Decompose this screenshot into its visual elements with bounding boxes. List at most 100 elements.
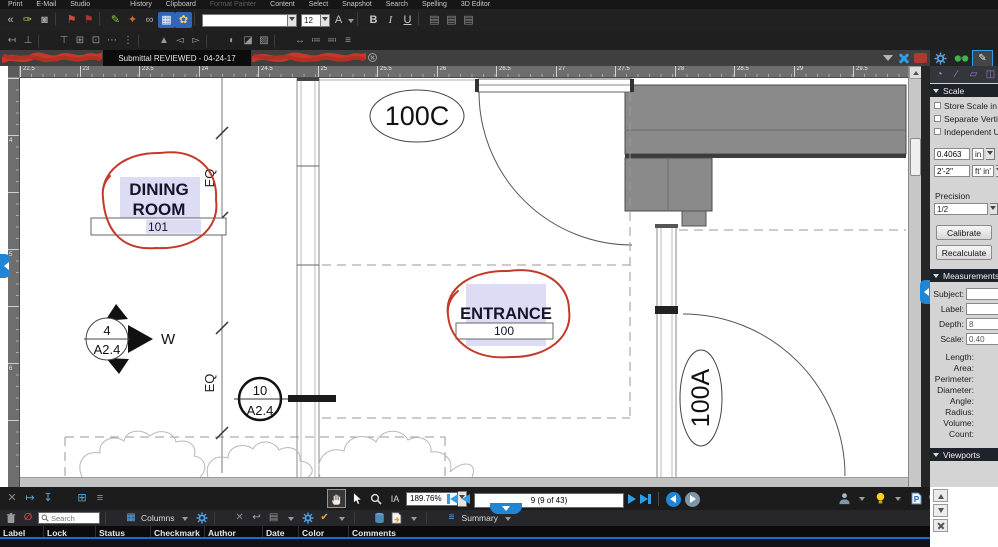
zoom-tool-button[interactable]	[368, 491, 384, 507]
clear-filter-button[interactable]: ∅	[21, 512, 35, 525]
column-header[interactable]: Author	[204, 526, 262, 537]
summary-list-icon[interactable]: ≡	[445, 512, 459, 525]
bottom-panel-expand-handle[interactable]	[490, 503, 522, 514]
flag-b-icon[interactable]: ⚑	[80, 12, 97, 28]
column-header[interactable]: Date	[262, 526, 298, 537]
markups-search[interactable]	[38, 512, 100, 524]
flower-image-icon[interactable]: ✿	[175, 12, 192, 28]
checkmark-status-button[interactable]: ✔	[318, 512, 332, 525]
menu-item[interactable]: Print	[8, 0, 22, 9]
precision-select[interactable]: 1/2	[934, 203, 988, 215]
split-vertical-icon[interactable]: ↦	[22, 490, 38, 506]
checkbox-icon[interactable]	[934, 115, 941, 122]
column-header[interactable]: Status	[95, 526, 150, 537]
center-region-icon[interactable]: ⊡	[88, 34, 104, 48]
columns-button[interactable]: Columns	[141, 513, 175, 523]
vertical-scrollbar[interactable]	[908, 66, 922, 487]
align-bottom-icon[interactable]: ⊥	[20, 34, 36, 48]
scale-unit-caret-icon[interactable]	[986, 148, 996, 160]
pen-tool-icon[interactable]: ✑	[19, 12, 36, 28]
spacing-h-icon[interactable]: ⋯	[104, 34, 120, 48]
left-panel-collapse-handle[interactable]	[0, 254, 10, 278]
columns-settings-button[interactable]	[195, 512, 209, 525]
measurement-input[interactable]	[966, 303, 998, 315]
document-lamp-button[interactable]	[872, 490, 888, 506]
menu-item[interactable]: Search	[386, 0, 408, 9]
menu-item[interactable]: Clipboard	[166, 0, 196, 9]
author-mode-button[interactable]	[836, 490, 852, 506]
camera-icon[interactable]: ◙	[36, 12, 53, 28]
reply-button[interactable]: ↩	[250, 512, 264, 525]
distribute-icon[interactable]: ⊤	[56, 34, 72, 48]
numbered-list-icon[interactable]: ≕	[324, 34, 340, 48]
paperclip-icon[interactable]: ∞	[141, 12, 158, 28]
menu-item[interactable]: 3D Editor	[461, 0, 490, 9]
font-size-caret-icon[interactable]	[321, 13, 330, 27]
column-header[interactable]: Lock	[43, 526, 95, 537]
next-view-button[interactable]	[685, 491, 700, 507]
hatch-icon[interactable]: ▨	[256, 34, 272, 48]
font-family-caret-icon[interactable]	[288, 13, 297, 27]
checkbox-icon[interactable]	[934, 128, 941, 135]
outline-list-icon[interactable]: ≡	[340, 34, 356, 48]
measurement-input[interactable]	[966, 318, 998, 330]
previous-page-button[interactable]	[462, 494, 470, 504]
underline-icon[interactable]: U	[399, 12, 416, 28]
font-family-select[interactable]	[202, 13, 288, 27]
viewports-section-header[interactable]: Viewports	[930, 448, 998, 461]
columns-grid-icon[interactable]: ▦	[124, 512, 138, 525]
scale-checkbox[interactable]: Separate Vertica	[930, 112, 998, 125]
flip-right-icon[interactable]: ▻	[188, 34, 204, 48]
panel-scroll-up-button[interactable]	[933, 489, 948, 502]
delete-reply-icon[interactable]: ✕	[233, 512, 247, 525]
menu-item[interactable]: History	[130, 0, 152, 9]
align-right-icon[interactable]: ▤	[460, 12, 477, 28]
image-icon[interactable]: ▦	[158, 12, 175, 28]
fit-page-icon[interactable]: ⊞	[74, 490, 90, 506]
drawing-canvas[interactable]: 22.5 23 23.5 24 24.5 25 25.5 26 26.5 27 27.5 28 28.5…	[8, 66, 922, 487]
stamp-icon[interactable]: ✦	[124, 12, 141, 28]
panel-scroll-down-button[interactable]	[933, 504, 948, 517]
scale-display-input[interactable]	[934, 165, 970, 177]
export-markups-button[interactable]	[390, 512, 404, 525]
panel-close-button[interactable]	[933, 519, 948, 532]
highlighter-icon[interactable]: ✎	[107, 12, 124, 28]
pan-tool-button[interactable]	[327, 489, 346, 508]
dimension-arrow-icon[interactable]: ↔	[292, 34, 308, 48]
status-card-button[interactable]: ▤	[267, 512, 281, 525]
select-text-button[interactable]: ΙA	[387, 491, 403, 507]
column-header[interactable]: Comments	[348, 526, 930, 537]
close-view-icon[interactable]: ✕	[4, 490, 20, 506]
active-document-tab[interactable]: Submittal REVIEWED - 04-24-17	[103, 50, 251, 66]
align-edge-icon[interactable]: ↤	[4, 34, 20, 48]
properties-tab[interactable]	[930, 50, 951, 66]
tab-close-icon[interactable]	[368, 53, 377, 62]
summary-button[interactable]: Summary	[462, 513, 498, 523]
recalculate-button[interactable]: Recalculate	[936, 245, 992, 260]
volume-tool-icon[interactable]: ◫	[983, 68, 998, 82]
align-left-icon[interactable]: ▤	[426, 12, 443, 28]
measure-tab[interactable]: ✎	[972, 50, 993, 66]
precision-caret-icon[interactable]	[989, 203, 998, 215]
scale-value-input[interactable]	[934, 148, 970, 160]
last-page-button[interactable]	[640, 494, 651, 504]
previous-view-button[interactable]	[666, 491, 681, 507]
flag-a-icon[interactable]: ⚑	[63, 12, 80, 28]
measurement-input[interactable]	[966, 333, 998, 345]
column-header[interactable]: Color	[298, 526, 348, 537]
align-center-icon[interactable]: ▤	[443, 12, 460, 28]
tab-list-caret-icon[interactable]	[883, 55, 893, 66]
layers-icon[interactable]: ◪	[240, 34, 256, 48]
bold-icon[interactable]: B	[365, 12, 382, 28]
bullet-list-icon[interactable]: ≔	[308, 34, 324, 48]
column-header[interactable]: Checkmark	[150, 526, 204, 537]
collapse-icon[interactable]: «	[2, 12, 19, 28]
pdf-standard-button[interactable]: P	[908, 490, 924, 506]
menu-item[interactable]: Format Painter	[210, 0, 256, 9]
spacing-v-icon[interactable]: ⋮	[120, 34, 136, 48]
flip-vertical-icon[interactable]: ▲	[156, 34, 172, 48]
italic-icon[interactable]: I	[382, 12, 399, 28]
pdf-page[interactable]: EQ EQ 4 A2.4 W 10 A2.4 100C 100A DINING …	[20, 78, 908, 477]
scale-checkbox[interactable]: Independent Uni	[930, 125, 998, 138]
font-color-icon[interactable]: A	[330, 12, 347, 28]
